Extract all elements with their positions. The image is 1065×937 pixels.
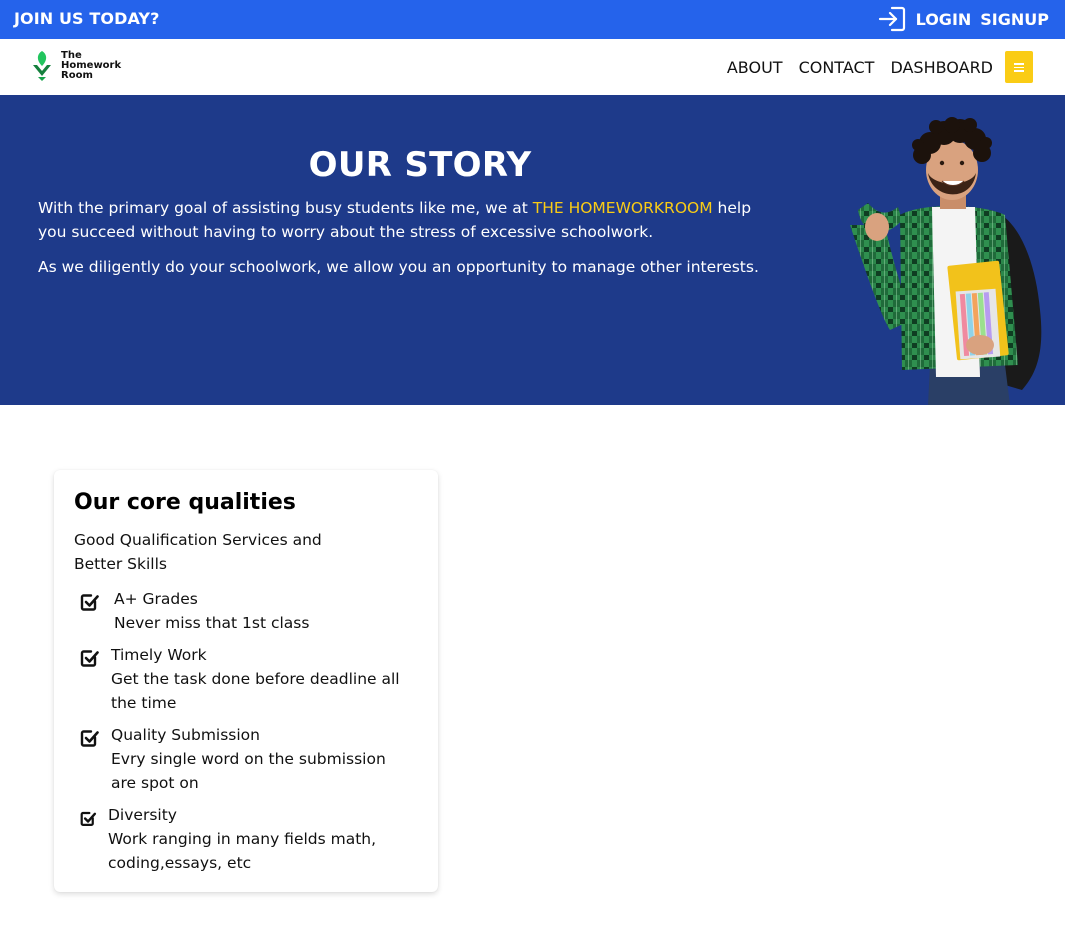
quality-title: A+ Grades [114, 590, 198, 608]
hero-paragraph-2: As we diligently do your schoolwork, we … [38, 258, 759, 276]
logo-line: Room [61, 70, 93, 81]
qualities-title: Our core qualities [74, 490, 296, 515]
signup-link[interactable]: SIGNUP [980, 10, 1049, 29]
quality-text: Timely Work Get the task done before dea… [111, 643, 416, 715]
hero-title: OUR STORY [308, 145, 532, 185]
our-story-hero: OUR STORY With the primary goal of assis… [0, 95, 1065, 405]
checkbox-checked-icon [80, 594, 99, 611]
quality-description: Work ranging in many fields math, coding… [108, 830, 377, 872]
main-navbar: The Homework Room ABOUT CONTACT DASHBOAR… [0, 39, 1065, 95]
quality-title: Diversity [108, 806, 177, 824]
quality-title: Quality Submission [111, 726, 260, 744]
login-link[interactable]: LOGIN [916, 10, 972, 29]
nav-link-dashboard[interactable]: DASHBOARD [890, 58, 993, 77]
quality-title: Timely Work [111, 646, 207, 664]
quality-text: Diversity Work ranging in many fields ma… [108, 803, 378, 875]
nav-link-contact[interactable]: CONTACT [799, 58, 875, 77]
quality-text: Quality Submission Evry single word on t… [111, 723, 406, 795]
quality-text: A+ Grades Never miss that 1st class [114, 587, 309, 635]
quality-item: Quality Submission Evry single word on t… [80, 723, 420, 795]
quality-description: Never miss that 1st class [114, 614, 310, 632]
checkbox-checked-icon [80, 730, 99, 747]
checkbox-checked-icon [80, 650, 99, 667]
quality-description: Get the task done before deadline all th… [111, 670, 400, 712]
nav-link-about[interactable]: ABOUT [727, 58, 783, 77]
hamburger-menu-button[interactable] [1005, 51, 1033, 83]
quality-item: Timely Work Get the task done before dea… [80, 643, 420, 715]
quality-item: A+ Grades Never miss that 1st class [80, 587, 309, 635]
hero-p1-start: With the primary goal of assisting busy … [38, 199, 533, 217]
login-icon[interactable] [878, 6, 906, 32]
quality-description: Evry single word on the submission are s… [111, 750, 386, 792]
hero-paragraph-1: With the primary goal of assisting busy … [38, 196, 778, 244]
logo-mark-icon [33, 51, 51, 81]
site-logo[interactable]: The Homework Room [30, 50, 121, 82]
quality-item: Diversity Work ranging in many fields ma… [80, 803, 420, 875]
student-illustration [850, 117, 1042, 405]
qualities-subtitle: Good Qualification Services and Better S… [74, 531, 322, 573]
core-qualities-card: Our core qualities Good Qualification Se… [54, 470, 438, 892]
logo-wordmark: The Homework Room [61, 51, 121, 81]
top-banner: JOIN US TODAY? LOGIN SIGNUP [0, 0, 1065, 39]
brand-highlight: THE HOMEWORKROOM [532, 199, 713, 217]
join-us-text: JOIN US TODAY? [14, 9, 160, 28]
nav-links: ABOUT CONTACT DASHBOARD [727, 51, 1033, 83]
auth-links: LOGIN SIGNUP [878, 6, 1049, 32]
checkbox-checked-icon [80, 811, 97, 826]
